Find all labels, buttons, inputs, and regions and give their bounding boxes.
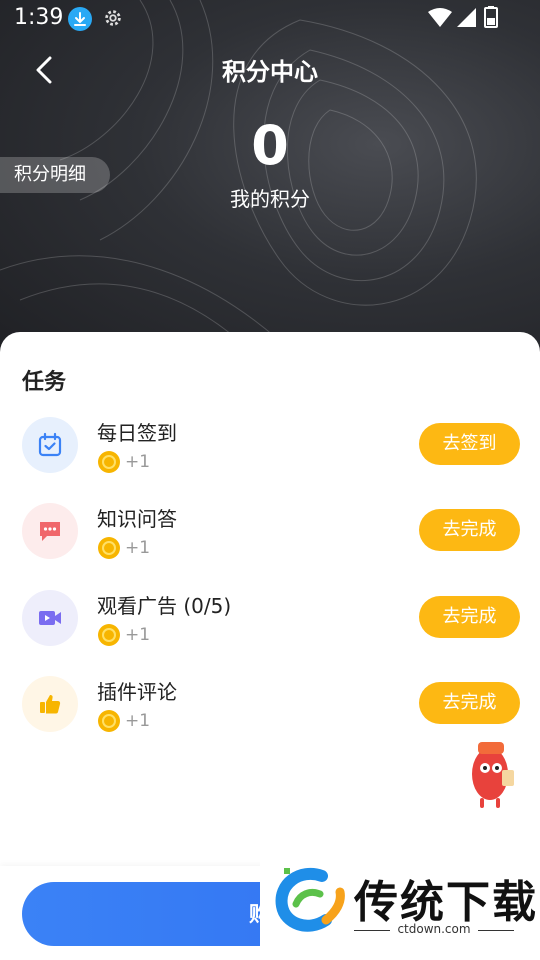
task-watch-ads: 观看广告 (0/5) +1 去完成: [0, 590, 540, 650]
coin-icon: [98, 537, 120, 559]
watch-ads-button[interactable]: 去完成: [419, 596, 520, 638]
quiz-button[interactable]: 去完成: [419, 509, 520, 551]
coin-icon: [98, 710, 120, 732]
chat-bubble-icon: [22, 503, 78, 559]
watermark: 传统下载 ctdown.com: [260, 858, 540, 960]
task-reward: +1: [125, 625, 151, 645]
task-name: 插件评论: [97, 680, 177, 704]
task-name: 知识问答: [97, 507, 177, 531]
calendar-check-icon: [22, 417, 78, 473]
thumbs-up-icon: [22, 676, 78, 732]
ctdown-logo-icon: [275, 868, 345, 932]
signal-icon: [457, 8, 476, 27]
points-value: 0: [251, 114, 289, 177]
wifi-icon: [428, 8, 452, 27]
comment-button[interactable]: 去完成: [419, 682, 520, 724]
status-bar: 1:39: [0, 0, 540, 36]
task-name: 每日签到: [97, 421, 177, 445]
watermark-url: ctdown.com: [397, 922, 471, 936]
red-envelope-mascot-icon[interactable]: [458, 736, 518, 808]
coin-icon: [98, 624, 120, 646]
gear-icon: [105, 10, 121, 26]
task-daily-checkin: 每日签到 +1 去签到: [0, 417, 540, 477]
battery-icon: [484, 6, 498, 28]
points-label: 我的积分: [230, 187, 310, 211]
task-plugin-comment: 插件评论 +1 去完成: [0, 676, 540, 736]
header-banner: 1:39 积分中心 积分明细 0 我的积分: [0, 0, 540, 360]
checkin-button[interactable]: 去签到: [419, 423, 520, 465]
task-quiz: 知识问答 +1 去完成: [0, 503, 540, 563]
section-title: 任务: [22, 370, 67, 395]
download-icon: [68, 7, 92, 31]
video-camera-icon: [22, 590, 78, 646]
task-reward: +1: [125, 711, 151, 731]
status-time: 1:39: [14, 5, 64, 30]
watermark-divider: [478, 930, 514, 931]
task-name: 观看广告 (0/5): [97, 594, 232, 618]
task-reward: +1: [125, 538, 151, 558]
coin-icon: [98, 451, 120, 473]
task-reward: +1: [125, 452, 151, 472]
watermark-brand: 传统下载: [354, 877, 538, 928]
page-title: 积分中心: [222, 58, 318, 86]
